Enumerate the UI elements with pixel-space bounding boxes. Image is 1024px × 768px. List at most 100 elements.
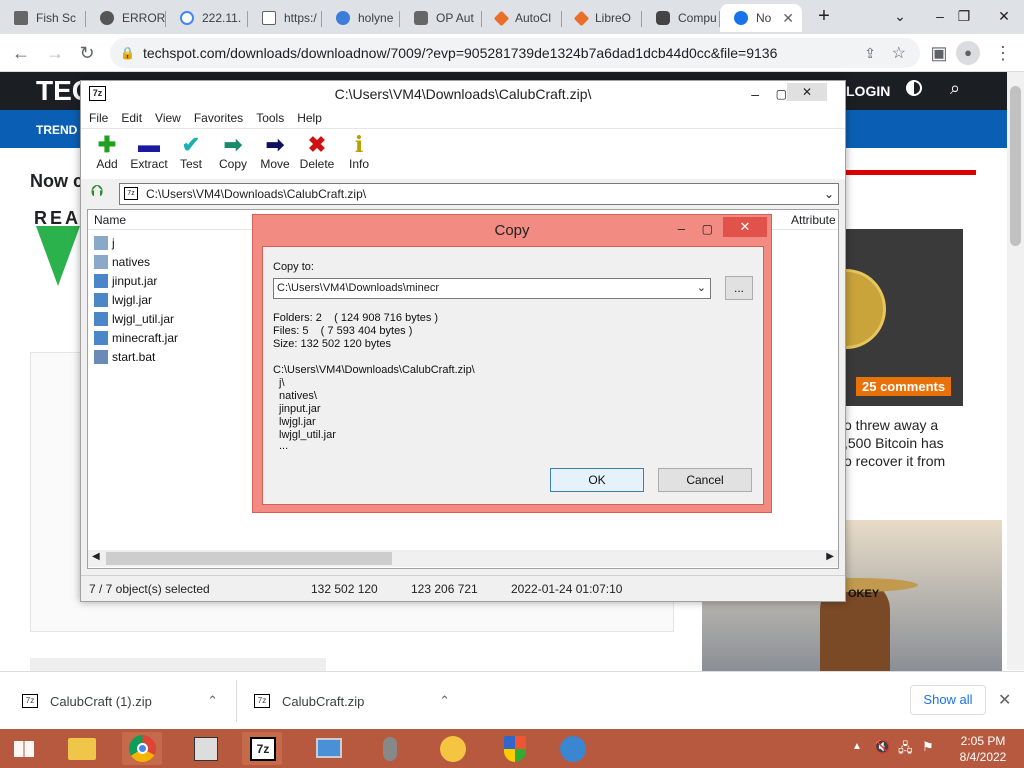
flag-icon[interactable]: ⚑ <box>922 739 934 755</box>
close-downloads-icon[interactable]: ✕ <box>998 690 1011 710</box>
sevenzip-taskbar-icon[interactable]: 7z <box>242 732 282 765</box>
tab-autoclicker[interactable]: AutoCl <box>482 4 562 32</box>
archive-icon: 7z <box>124 187 138 200</box>
tab-op[interactable]: OP Aut <box>400 4 482 32</box>
file-row[interactable]: natives <box>94 252 150 271</box>
tab-computer[interactable]: Compu <box>642 4 720 32</box>
menu-file[interactable]: File <box>89 111 108 125</box>
minimize-icon[interactable]: – <box>751 81 759 107</box>
tab-active[interactable]: No ✕ <box>720 4 802 32</box>
chevron-down-icon[interactable]: ⌄ <box>697 279 706 298</box>
tab-search-chevron-icon[interactable]: ⌄ <box>880 2 920 30</box>
op-icon <box>414 11 428 25</box>
search-icon[interactable]: ⌕ <box>950 78 960 99</box>
ok-button[interactable]: OK <box>550 468 644 492</box>
minimize-icon[interactable]: – <box>678 215 685 243</box>
tab-error[interactable]: ERROR <box>86 4 166 32</box>
file-row[interactable]: start.bat <box>94 347 155 366</box>
file-row[interactable]: j <box>94 233 115 252</box>
page-scrollbar-thumb[interactable] <box>1010 86 1021 246</box>
network-status-icon[interactable]: 🖧 <box>898 739 913 761</box>
profile-avatar-icon[interactable]: ● <box>956 41 980 65</box>
computer-icon[interactable] <box>308 732 348 765</box>
chrome-icon[interactable] <box>122 732 162 765</box>
trending-link[interactable]: TREND <box>36 123 77 137</box>
bat-file-icon <box>94 349 108 364</box>
maximize-icon[interactable]: ▢ <box>702 215 713 243</box>
show-hidden-icons-chevron-icon[interactable]: ▲ <box>852 741 862 752</box>
close-window-icon[interactable]: ✕ <box>984 2 1024 30</box>
horizontal-scrollbar[interactable]: ◀ ▶ <box>88 550 838 567</box>
up-folder-icon[interactable]: ⮉ <box>91 183 103 201</box>
file-row[interactable]: lwjgl_util.jar <box>94 309 174 328</box>
tab-holyne[interactable]: holyne <box>322 4 400 32</box>
column-attributes[interactable]: Attribute <box>791 213 836 227</box>
share-icon[interactable]: ⇪ <box>864 45 876 62</box>
back-arrow-icon[interactable]: ← <box>8 40 34 66</box>
tab-title: holyne <box>358 11 394 25</box>
maximize-icon[interactable]: ▢ <box>776 81 787 107</box>
comments-badge[interactable]: 25 comments <box>856 377 952 396</box>
side-panel-icon[interactable]: ▣ <box>926 40 952 66</box>
page-scrollbar[interactable] <box>1007 72 1024 670</box>
network-globe-icon[interactable] <box>552 732 592 765</box>
chevron-down-icon[interactable]: ⌄ <box>824 184 834 204</box>
scroll-left-icon[interactable]: ◀ <box>92 551 100 562</box>
size-info: Size: 132 502 120 bytes <box>273 338 392 350</box>
show-all-button[interactable]: Show all <box>910 685 986 715</box>
reload-icon[interactable]: ↻ <box>74 40 100 66</box>
nerd-face-icon[interactable] <box>432 732 472 765</box>
file-row[interactable]: jinput.jar <box>94 271 157 290</box>
scroll-right-icon[interactable]: ▶ <box>826 551 834 562</box>
file-row[interactable]: minecraft.jar <box>94 328 178 347</box>
download-item[interactable]: 7z CalubCraft.zip ⌃ <box>254 672 464 730</box>
chevron-up-icon[interactable]: ⌃ <box>439 693 450 709</box>
tab-title: Compu <box>678 11 717 25</box>
scrollbar-thumb[interactable] <box>106 552 392 565</box>
menu-help[interactable]: Help <box>297 111 322 125</box>
volume-muted-icon[interactable]: 🔇 <box>874 739 890 755</box>
path-combobox[interactable]: 7z C:\Users\VM4\Downloads\CalubCraft.zip… <box>119 183 839 205</box>
article-heading: Now c <box>30 171 84 191</box>
file-name: natives <box>112 254 151 269</box>
tab-google[interactable]: 222.11. <box>166 4 248 32</box>
close-icon[interactable]: ✕ <box>787 83 827 101</box>
download-item[interactable]: 7z CalubCraft (1).zip ⌃ <box>22 672 232 730</box>
start-button[interactable] <box>2 732 46 765</box>
restore-icon[interactable]: ❐ <box>944 2 984 30</box>
new-tab-button[interactable]: + <box>804 2 844 30</box>
sevenzip-titlebar[interactable]: 7z C:\Users\VM4\Downloads\CalubCraft.zip… <box>81 81 845 107</box>
more-menu-icon[interactable]: ⋮ <box>990 40 1016 66</box>
snippet-line: o threw away a <box>844 417 939 433</box>
tab-fish[interactable]: Fish Sc <box>0 4 86 32</box>
info-button[interactable]: i Info <box>333 133 385 171</box>
column-name[interactable]: Name <box>94 213 126 227</box>
copy-dialog-titlebar[interactable]: Copy – ▢ ✕ <box>253 217 771 243</box>
clock[interactable]: 2:05 PM 8/4/2022 <box>950 733 1016 765</box>
file-row[interactable]: lwjgl.jar <box>94 290 152 309</box>
smokey-hat-text: OKEY <box>848 588 880 600</box>
shield-icon[interactable] <box>494 732 534 765</box>
tab-libreoffice[interactable]: LibreO <box>562 4 642 32</box>
file-explorer-icon[interactable] <box>62 732 102 765</box>
menu-favorites[interactable]: Favorites <box>194 111 243 125</box>
mouse-icon[interactable] <box>370 732 410 765</box>
network-app-icon[interactable] <box>186 732 226 765</box>
tab-https[interactable]: https:/ <box>248 4 322 32</box>
login-link[interactable]: LOGIN <box>846 83 890 99</box>
menu-view[interactable]: View <box>155 111 181 125</box>
close-icon[interactable]: ✕ <box>723 217 767 237</box>
dark-mode-icon[interactable] <box>906 80 922 96</box>
cancel-button[interactable]: Cancel <box>658 468 752 492</box>
forward-arrow-icon[interactable]: → <box>42 40 68 66</box>
menu-tools[interactable]: Tools <box>256 111 284 125</box>
chevron-up-icon[interactable]: ⌃ <box>207 693 218 709</box>
file-name: lwjgl_util.jar <box>112 311 175 326</box>
copy-to-combobox[interactable]: C:\Users\VM4\Downloads\minecr ⌄ <box>273 278 711 299</box>
menu-edit[interactable]: Edit <box>121 111 142 125</box>
close-tab-icon[interactable]: ✕ <box>782 10 794 27</box>
ad-logo-v-shape <box>36 226 80 286</box>
bookmark-star-icon[interactable]: ☆ <box>892 43 906 63</box>
browse-button[interactable]: ... <box>725 276 753 300</box>
omnibox[interactable]: 🔒 techspot.com/downloads/downloadnow/700… <box>110 38 920 68</box>
